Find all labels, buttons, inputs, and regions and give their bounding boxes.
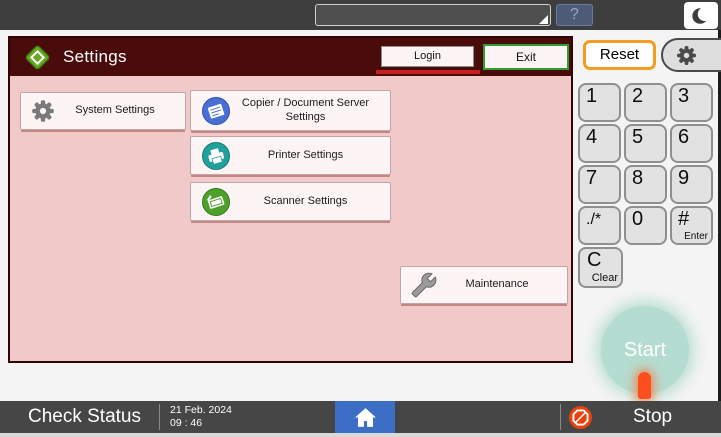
key-4[interactable]: 4 — [578, 124, 621, 163]
key-7[interactable]: 7 — [578, 165, 621, 204]
date-text: 21 Feb. 2024 — [170, 404, 232, 417]
maintenance-button[interactable]: Maintenance — [400, 266, 568, 304]
scanner-settings-button[interactable]: Scanner Settings — [190, 182, 391, 221]
printer-settings-button[interactable]: Printer Settings — [190, 136, 391, 175]
enter-sublabel: Enter — [684, 231, 708, 242]
copier-document-icon — [201, 96, 231, 126]
copier-settings-label: Copier / Document ServerSettings — [231, 97, 390, 125]
stop-octagon-icon — [568, 405, 593, 430]
login-button[interactable]: Login — [381, 46, 474, 67]
key-hash-enter[interactable]: # Enter — [670, 206, 713, 245]
page-title: Settings — [63, 47, 127, 67]
stop-label: Stop — [633, 406, 672, 428]
key-1[interactable]: 1 — [578, 83, 621, 122]
printer-icon — [201, 141, 231, 171]
date-time-display: 21 Feb. 2024 09 : 46 — [170, 404, 232, 430]
copier-document-server-settings-button[interactable]: Copier / Document ServerSettings — [190, 90, 391, 131]
key-3[interactable]: 3 — [670, 83, 713, 122]
start-indicator-light — [638, 372, 651, 399]
status-message-input[interactable] — [315, 4, 551, 26]
check-status-button[interactable]: Check Status — [28, 406, 141, 428]
reset-button[interactable]: Reset — [583, 40, 656, 70]
status-input-corner-handle — [539, 15, 548, 24]
exit-button[interactable]: Exit — [483, 44, 569, 70]
tools-pill-button[interactable] — [661, 38, 721, 72]
wrench-icon — [411, 272, 437, 298]
device-screen: ? Settings Login Exit — [0, 0, 721, 437]
key-8[interactable]: 8 — [624, 165, 667, 204]
start-label: Start — [624, 339, 666, 362]
scanner-settings-label: Scanner Settings — [231, 195, 390, 209]
clear-key[interactable]: C Clear — [578, 247, 623, 288]
key-5[interactable]: 5 — [624, 124, 667, 163]
maintenance-label: Maintenance — [437, 278, 567, 292]
printer-settings-label: Printer Settings — [231, 149, 390, 163]
question-mark-icon: ? — [570, 6, 579, 23]
clear-sublabel: Clear — [592, 272, 618, 284]
crescent-moon-icon — [690, 5, 712, 27]
gear-icon — [676, 45, 697, 66]
home-icon — [353, 405, 378, 430]
energy-saver-button[interactable] — [684, 2, 718, 29]
numeric-keypad: 1 2 3 4 5 6 7 8 9 ./* 0 # Enter — [578, 83, 713, 245]
time-text: 09 : 46 — [170, 417, 232, 430]
green-diamond-settings-icon — [24, 44, 51, 71]
key-dot-slash-star[interactable]: ./* — [578, 206, 621, 245]
gear-icon — [31, 99, 55, 123]
key-0[interactable]: 0 — [624, 206, 667, 245]
bottom-bar-divider — [159, 404, 160, 430]
system-settings-label: System Settings — [55, 104, 185, 118]
system-settings-button[interactable]: System Settings — [20, 92, 186, 130]
settings-panel: Settings Login Exit — [8, 36, 573, 363]
stop-button[interactable]: Stop — [568, 401, 672, 433]
top-status-bar: ? — [0, 0, 721, 30]
key-6[interactable]: 6 — [670, 124, 713, 163]
home-button[interactable] — [335, 401, 395, 433]
help-button[interactable]: ? — [556, 4, 593, 26]
scanner-icon — [201, 187, 231, 217]
settings-panel-header: Settings Login Exit — [10, 38, 571, 76]
screen-bottom-bezel-edge — [0, 433, 721, 437]
key-9[interactable]: 9 — [670, 165, 713, 204]
key-2[interactable]: 2 — [624, 83, 667, 122]
bottom-status-bar: Check Status 21 Feb. 2024 09 : 46 Stop — [0, 401, 721, 433]
login-active-underline — [376, 70, 480, 74]
bottom-bar-divider — [560, 404, 561, 430]
